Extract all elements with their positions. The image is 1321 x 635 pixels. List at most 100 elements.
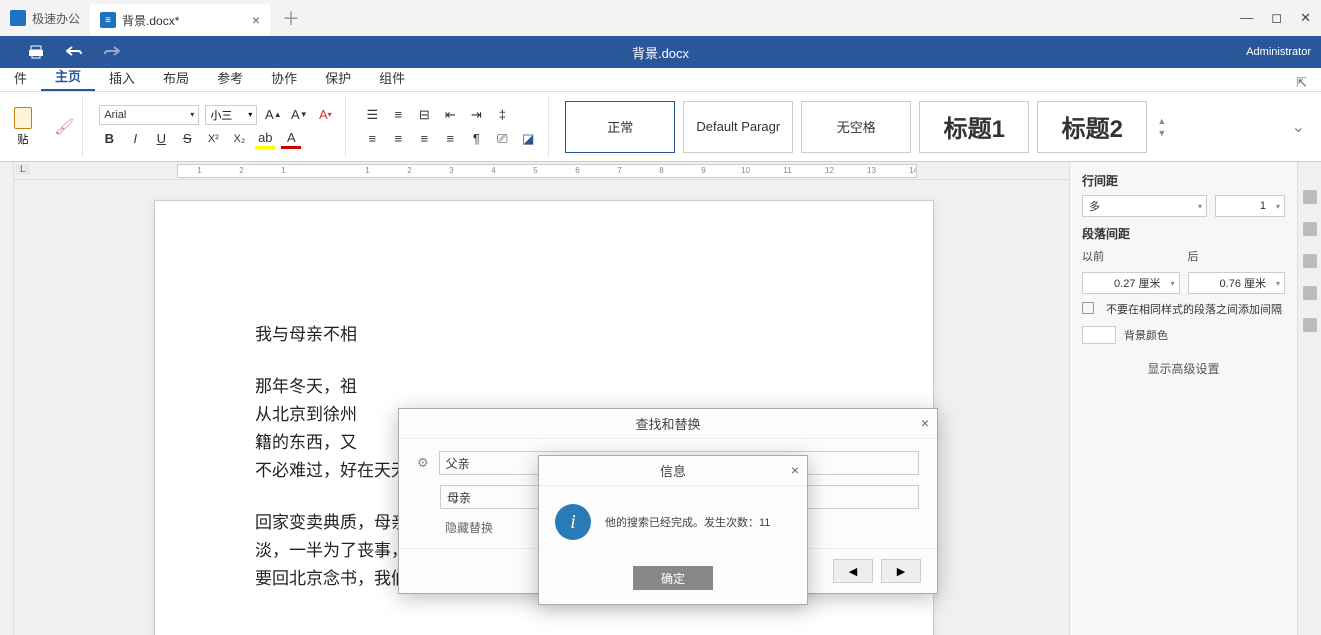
print-icon[interactable] xyxy=(28,45,44,59)
highlight-icon[interactable]: ab xyxy=(255,129,275,149)
sort-icon[interactable]: ⎚ xyxy=(492,129,512,149)
menu-plugin[interactable]: 组件 xyxy=(365,64,419,91)
side-tool-1-icon[interactable] xyxy=(1303,190,1317,204)
align-center-icon[interactable]: ≡ xyxy=(388,129,408,149)
minimize-icon[interactable]: — xyxy=(1240,10,1253,26)
paste-label: 贴 xyxy=(18,131,29,147)
superscript-icon[interactable]: X² xyxy=(203,129,223,149)
bold-icon[interactable]: B xyxy=(99,129,119,149)
dec-indent-icon[interactable]: ⇤ xyxy=(440,105,460,125)
underline-icon[interactable]: U xyxy=(151,129,171,149)
format-painter-icon[interactable]: 🖌 xyxy=(54,117,74,137)
para-spacing-title: 段落间距 xyxy=(1082,225,1285,242)
font-group: Arial▾ 小三▾ A▲ A▼ A▾ B I U S X² X₂ ab A xyxy=(89,96,346,157)
align-left-icon[interactable]: ≡ xyxy=(362,129,382,149)
maximize-icon[interactable]: ◻ xyxy=(1271,10,1282,26)
change-case-icon[interactable]: A▾ xyxy=(315,105,335,125)
side-tool-5-icon[interactable] xyxy=(1303,318,1317,332)
horizontal-ruler[interactable]: 1211234567891011121314151617 xyxy=(177,164,917,178)
line-spacing-value-input[interactable]: 1 xyxy=(1215,195,1285,217)
strikethrough-icon[interactable]: S xyxy=(177,129,197,149)
font-color-icon[interactable]: A xyxy=(281,129,301,149)
app-name-label: 极速办公 xyxy=(32,10,80,27)
paste-icon[interactable] xyxy=(14,107,32,129)
font-size-select[interactable]: 小三▾ xyxy=(205,105,257,125)
side-tool-4-icon[interactable] xyxy=(1303,286,1317,300)
paragraph-1[interactable]: 我与母亲不相 xyxy=(255,321,833,349)
info-icon: i xyxy=(555,504,591,540)
doc-title-center: 背景.docx xyxy=(632,43,689,62)
window-controls: — ◻ ✕ xyxy=(1240,10,1321,26)
side-tool-2-icon[interactable] xyxy=(1303,222,1317,236)
increase-font-icon[interactable]: A▲ xyxy=(263,105,283,125)
style-scroll: ▲ ▼ xyxy=(1153,116,1166,138)
style-heading2[interactable]: 标题2 xyxy=(1037,101,1147,153)
ribbon-expand-icon[interactable]: ⌄ xyxy=(1292,117,1315,137)
paragraph-group: ☰ ≡ ⊟ ⇤ ⇥ ‡ ≡ ≡ ≡ ≡ ¶ ⎚ ◪ xyxy=(352,96,549,157)
info-ok-button[interactable]: 确定 xyxy=(633,566,713,590)
style-no-space[interactable]: 无空格 xyxy=(801,101,911,153)
ruler-corner-label: L xyxy=(16,164,30,175)
spacing-before-input[interactable]: 0.27 厘米 xyxy=(1082,272,1180,294)
style-scroll-up-icon[interactable]: ▲ xyxy=(1157,116,1166,126)
menu-file[interactable]: 件 xyxy=(0,64,41,91)
app-title: 极速办公 xyxy=(0,10,90,27)
spacing-after-input[interactable]: 0.76 厘米 xyxy=(1188,272,1286,294)
info-dialog-close-icon[interactable]: × xyxy=(791,462,799,478)
menu-collab[interactable]: 协作 xyxy=(257,64,311,91)
find-options-gear-icon[interactable]: ⚙ xyxy=(417,455,429,471)
show-advanced-link[interactable]: 显示高级设置 xyxy=(1082,360,1285,377)
clipboard-group: 贴 xyxy=(6,96,40,157)
menu-protect[interactable]: 保护 xyxy=(311,64,365,91)
style-default-para[interactable]: Default Paragr xyxy=(683,101,793,153)
find-dialog-close-icon[interactable]: × xyxy=(921,415,929,431)
style-scroll-down-icon[interactable]: ▼ xyxy=(1157,128,1166,138)
line-spacing-title: 行间距 xyxy=(1082,172,1285,189)
info-dialog-title: 信息 × xyxy=(539,456,807,486)
find-dialog-title: 查找和替换 × xyxy=(399,409,937,439)
line-spacing-icon[interactable]: ‡ xyxy=(492,105,512,125)
multilevel-icon[interactable]: ⊟ xyxy=(414,105,434,125)
new-tab-button[interactable]: ＋ xyxy=(270,5,312,31)
open-file-location-icon[interactable]: ⇱ xyxy=(1296,75,1321,91)
inc-indent-icon[interactable]: ⇥ xyxy=(466,105,486,125)
menu-insert[interactable]: 插入 xyxy=(95,64,149,91)
info-message: 他的搜索已经完成。发生次数：11 xyxy=(605,514,770,530)
decrease-font-icon[interactable]: A▼ xyxy=(289,105,309,125)
horizontal-ruler-bar: 1211234567891011121314151617 xyxy=(14,162,1069,180)
ribbon: 贴 🖌 Arial▾ 小三▾ A▲ A▼ A▾ B I U S X² X₂ ab… xyxy=(0,92,1321,162)
font-name-select[interactable]: Arial▾ xyxy=(99,105,199,125)
side-tool-3-icon[interactable] xyxy=(1303,254,1317,268)
align-right-icon[interactable]: ≡ xyxy=(414,129,434,149)
menu-bar: 件 主页 插入 布局 参考 协作 保护 组件 ⇱ xyxy=(0,68,1321,92)
numbering-icon[interactable]: ≡ xyxy=(388,105,408,125)
workspace: L 1211234567891011121314151617 我与母亲不相 那年… xyxy=(0,162,1321,635)
close-window-icon[interactable]: ✕ xyxy=(1300,10,1311,26)
style-heading1[interactable]: 标题1 xyxy=(919,101,1029,153)
justify-icon[interactable]: ≡ xyxy=(440,129,460,149)
info-dialog: 信息 × i 他的搜索已经完成。发生次数：11 确定 xyxy=(538,455,808,605)
user-label: Administrator xyxy=(1246,46,1321,58)
quick-access-bar: 背景.docx Administrator xyxy=(0,36,1321,68)
style-normal[interactable]: 正常 xyxy=(565,101,675,153)
bullets-icon[interactable]: ☰ xyxy=(362,105,382,125)
subscript-icon[interactable]: X₂ xyxy=(229,129,249,149)
find-prev-button[interactable]: ◀ xyxy=(833,559,873,583)
line-spacing-mode-select[interactable]: 多 xyxy=(1082,195,1207,217)
redo-icon[interactable] xyxy=(104,45,120,59)
undo-icon[interactable] xyxy=(66,45,82,59)
pilcrow-icon[interactable]: ¶ xyxy=(466,129,486,149)
bg-color-swatch[interactable] xyxy=(1082,326,1116,344)
document-tab[interactable]: ≡ 背景.docx* × xyxy=(90,4,270,36)
italic-icon[interactable]: I xyxy=(125,129,145,149)
menu-layout[interactable]: 布局 xyxy=(149,64,203,91)
before-label: 以前 xyxy=(1082,248,1180,264)
no-space-same-style-checkbox[interactable] xyxy=(1082,302,1094,314)
doc-icon: ≡ xyxy=(100,12,116,28)
menu-reference[interactable]: 参考 xyxy=(203,64,257,91)
find-next-button[interactable]: ▶ xyxy=(881,559,921,583)
paragraph-side-panel: 行间距 多 1 段落间距 以前 后 0.27 厘米 0.76 厘米 不要在相同样… xyxy=(1069,162,1297,635)
right-tool-strip xyxy=(1297,162,1321,635)
shading-icon[interactable]: ◪ xyxy=(518,129,538,149)
close-tab-icon[interactable]: × xyxy=(252,12,260,28)
